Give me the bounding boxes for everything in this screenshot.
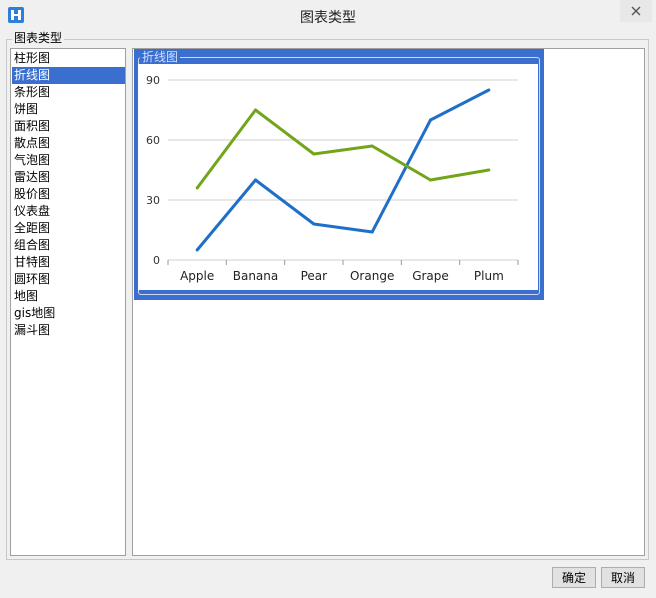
chart-type-item[interactable]: 条形图 — [12, 84, 125, 101]
chart-type-list[interactable]: 柱形图 折线图 条形图 饼图 面积图 散点图 气泡图 雷达图 股价图 仪表盘 全… — [10, 48, 126, 556]
series-1-point — [370, 230, 374, 234]
chart-type-item[interactable]: 漏斗图 — [12, 322, 125, 339]
x-tick-label: Orange — [350, 269, 394, 283]
series-1-point — [487, 88, 491, 92]
y-tick-label: 30 — [146, 194, 160, 207]
series-2-point — [254, 108, 257, 112]
series-1-point — [429, 118, 432, 122]
chart-type-item[interactable]: 圆环图 — [12, 271, 125, 288]
series-1-point — [195, 248, 199, 252]
chart-type-item[interactable]: 仪表盘 — [12, 203, 125, 220]
series-2-point — [195, 186, 199, 190]
ok-button[interactable]: 确定 — [552, 567, 596, 588]
chart-type-item[interactable]: gis地图 — [12, 305, 125, 322]
y-tick-label: 60 — [146, 134, 160, 147]
title-bar: 图表类型 — [0, 0, 656, 30]
chart-type-item[interactable]: 折线图 — [12, 67, 125, 84]
chart-type-item[interactable]: 股价图 — [12, 186, 125, 203]
x-tick-label: Banana — [233, 269, 279, 283]
chart-type-item[interactable]: 地图 — [12, 288, 125, 305]
chart-type-item[interactable]: 面积图 — [12, 118, 125, 135]
cancel-button[interactable]: 取消 — [601, 567, 645, 588]
chart-type-item[interactable]: 柱形图 — [12, 50, 125, 67]
chart-type-item[interactable]: 饼图 — [12, 101, 125, 118]
series-1-point — [312, 222, 316, 226]
line-chart-svg: 0 30 60 90 Apple Banana Pear Orange Grape Plum — [146, 74, 519, 283]
series-2-point — [487, 168, 491, 172]
window-title: 图表类型 — [300, 10, 356, 26]
series-1-point — [254, 178, 257, 182]
chart-preview-card[interactable]: 折线图 0 30 60 90 Apple Banana Pear Orange Grape Plu… — [134, 49, 544, 300]
chart-preview-title: 折线图 — [140, 50, 181, 64]
close-icon — [631, 6, 641, 16]
chart-type-item[interactable]: 气泡图 — [12, 152, 125, 169]
y-tick-label: 90 — [146, 74, 160, 87]
line-chart: 0 30 60 90 Apple Banana Pear Orange Grape Plum — [138, 64, 538, 290]
series-2-point — [429, 178, 432, 182]
chart-type-item[interactable]: 雷达图 — [12, 169, 125, 186]
series-2-point — [312, 152, 316, 156]
x-tick-label: Pear — [301, 269, 328, 283]
y-tick-label: 0 — [153, 254, 160, 267]
chart-type-item[interactable]: 甘特图 — [12, 254, 125, 271]
x-tick-label: Apple — [180, 269, 214, 283]
close-button[interactable] — [620, 0, 652, 22]
x-tick-label: Grape — [412, 269, 449, 283]
series-line-1 — [196, 88, 490, 251]
chart-type-item[interactable]: 全距图 — [12, 220, 125, 237]
group-label: 图表类型 — [12, 31, 65, 45]
chart-type-item[interactable]: 组合图 — [12, 237, 125, 254]
series-2-point — [370, 144, 374, 148]
series-line-2 — [195, 108, 490, 189]
chart-type-item[interactable]: 散点图 — [12, 135, 125, 152]
x-tick-label: Plum — [474, 269, 504, 283]
